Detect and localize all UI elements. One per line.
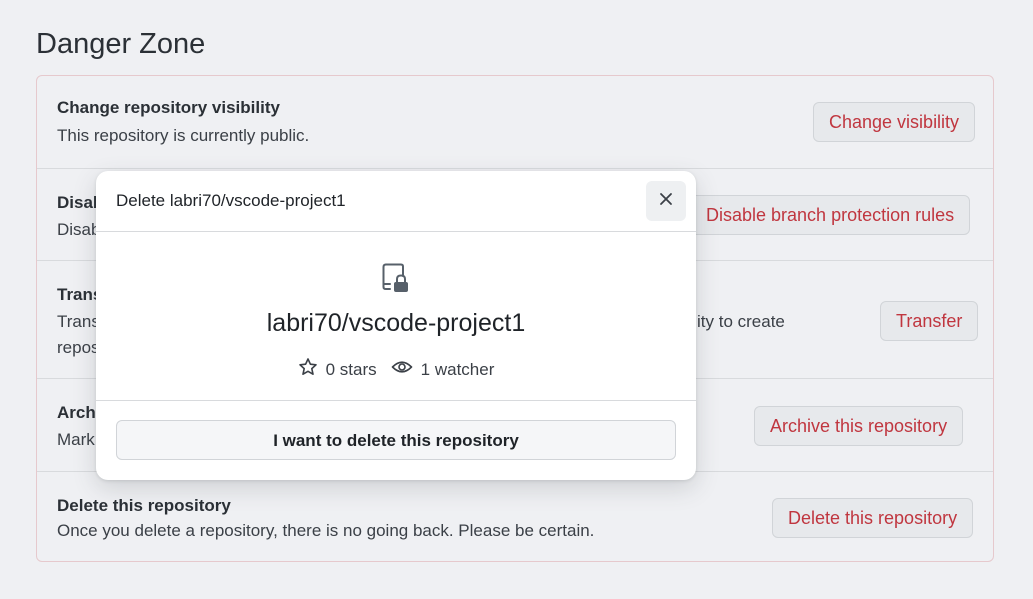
row-title: Archi: [57, 403, 101, 422]
archive-repository-button[interactable]: Archive this repository: [754, 406, 964, 446]
delete-repository-dialog: Delete labri70/vscode-project1 labri70/v…: [96, 171, 696, 480]
star-icon: [298, 357, 318, 382]
delete-repository-button[interactable]: Delete this repository: [772, 498, 974, 538]
row-change-visibility: Change repository visibility This reposi…: [37, 76, 993, 168]
settings-page: Danger Zone Change repository visibility…: [0, 0, 1033, 599]
row-title: Delete this repository: [57, 496, 231, 515]
repository-name: labri70/vscode-project1: [266, 309, 526, 337]
transfer-button[interactable]: Transfer: [880, 301, 979, 341]
dialog-title: Delete labri70/vscode-project1: [116, 191, 346, 210]
disable-branch-protection-button[interactable]: Disable branch protection rules: [690, 195, 971, 235]
row-description: This repository is currently public.: [57, 126, 310, 145]
change-visibility-button[interactable]: Change visibility: [813, 102, 976, 142]
stars-count: 0 stars: [298, 357, 377, 382]
row-description-line2: repos: [57, 338, 100, 357]
x-icon: [659, 192, 673, 211]
eye-icon: [391, 357, 413, 382]
danger-zone-heading: Danger Zone: [36, 28, 206, 60]
row-title: Change repository visibility: [57, 98, 280, 117]
confirm-delete-button[interactable]: I want to delete this repository: [116, 420, 676, 460]
close-button[interactable]: [646, 181, 686, 221]
row-description: Once you delete a repository, there is n…: [57, 521, 595, 540]
watchers-label: 1 watcher: [420, 359, 495, 379]
repository-stats: 0 stars 1 watcher: [96, 357, 696, 382]
row-description: Disab: [57, 220, 101, 239]
stars-label: 0 stars: [325, 359, 377, 379]
dialog-header: Delete labri70/vscode-project1: [96, 171, 696, 232]
row-description: Mark: [57, 430, 95, 449]
repo-locked-icon: [381, 262, 411, 294]
row-delete: Delete this repository Once you delete a…: [37, 471, 993, 563]
watchers-count: 1 watcher: [391, 357, 495, 382]
row-description: Trans: [57, 312, 100, 331]
dialog-divider: [96, 400, 696, 401]
